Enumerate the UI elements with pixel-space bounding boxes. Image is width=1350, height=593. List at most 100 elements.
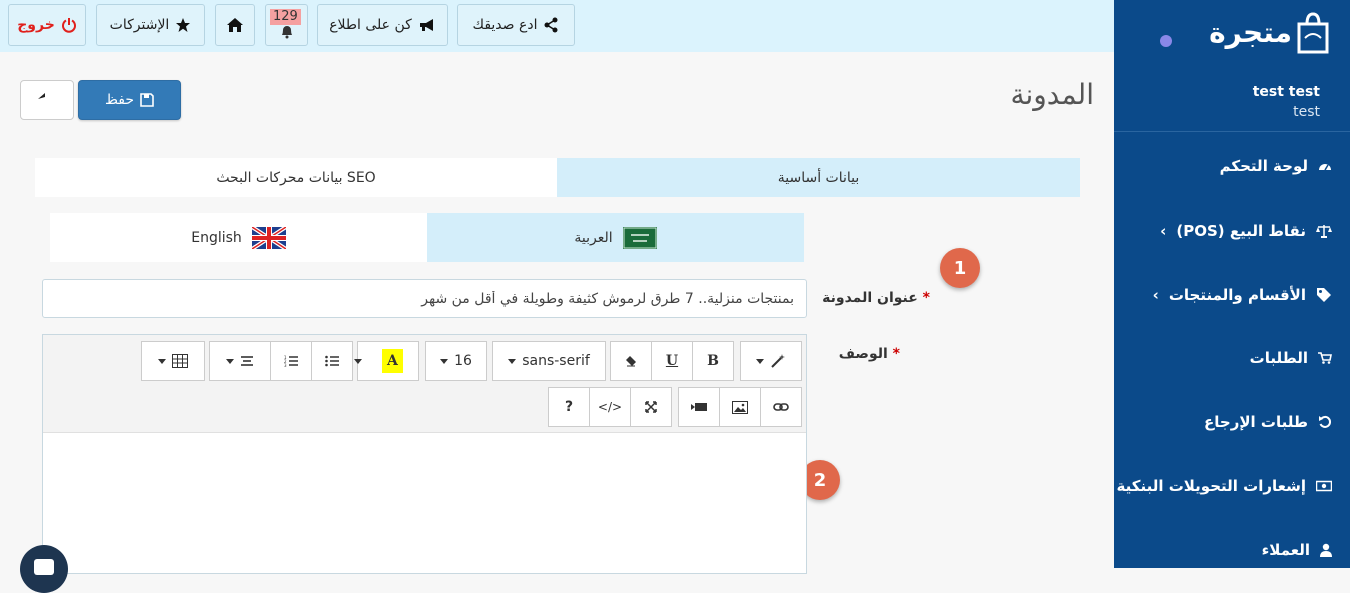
dashboard-icon [1319,164,1331,171]
shopping-bag-icon [1297,12,1329,54]
bold-button[interactable]: B [692,341,734,381]
caret-down-icon [508,358,517,364]
highlight-color-icon: A [382,349,403,373]
page-title: المدونة [1010,78,1094,111]
home-button[interactable] [215,4,255,46]
tab-seo[interactable]: بيانات محركات البحث SEO [35,158,557,197]
style-dropdown-button[interactable] [740,341,802,381]
saudi-flag-icon [622,226,657,249]
sidebar-item-label: لوحة التحكم [1219,157,1308,175]
user-icon [1320,543,1332,557]
uk-flag-icon [251,226,286,249]
bold-icon: B [707,353,719,369]
caret-down-icon [440,358,449,364]
chat-widget-button[interactable] [20,545,68,593]
top-bar: خروج الإشتركات 129 كن على اطلاع ادع صديق… [0,0,1114,52]
font-family-dropdown[interactable]: sans-serif [492,341,606,381]
insert-image-button[interactable] [719,387,761,427]
undo-icon [1319,415,1332,428]
subscriptions-button[interactable]: الإشتركات [96,4,205,46]
sidebar-item-categories-products[interactable]: ‹ الأقسام والمنتجات [1114,275,1350,315]
language-tabs: English العربية [50,213,804,262]
back-button[interactable] [20,80,74,120]
invite-friend-label: ادع صديقك [472,17,538,33]
sidebar-item-label: العملاء [1261,541,1310,559]
magic-wand-icon [771,354,785,368]
money-icon [1316,480,1332,492]
form-tabs: بيانات محركات البحث SEO بيانات أساسية [35,158,1080,197]
code-view-button[interactable]: </> [589,387,631,427]
invite-friend-button[interactable]: ادع صديقك [457,4,575,46]
sidebar-item-label: إشعارات التحويلات البنكية [1116,477,1306,495]
caret-down-icon [354,358,362,364]
tab-english[interactable]: English [50,213,427,262]
sidebar-item-customers[interactable]: العملاء [1114,530,1350,570]
tab-arabic[interactable]: العربية [427,213,804,262]
sidebar-item-label: نقاط البيع (POS) [1176,222,1306,240]
blog-title-input[interactable] [42,279,807,318]
unordered-list-button[interactable] [311,341,353,381]
save-button[interactable]: حفظ [78,80,181,120]
title-field-label: * عنوان المدونة [822,290,930,306]
unordered-list-icon [325,355,339,367]
font-family-value: sans-serif [522,353,590,369]
notifications-button[interactable]: 129 [265,4,308,46]
cart-icon [1318,352,1332,364]
font-size-dropdown[interactable]: 16 [425,341,487,381]
home-icon [227,18,243,32]
description-field-label: * الوصف [839,346,900,362]
fullscreen-button[interactable] [630,387,672,427]
share-icon [544,17,558,33]
reply-arrow-icon [38,93,45,99]
sidebar-item-label: الأقسام والمنتجات [1168,286,1306,304]
ordered-list-button[interactable]: 123 [270,341,312,381]
floppy-disk-icon [140,93,154,107]
table-icon [172,354,188,368]
user-subtitle: test [1293,104,1320,120]
align-dropdown-button[interactable] [209,341,271,381]
rich-text-editor: 123 A 16 sans-serif U B ? </> [42,334,807,574]
help-icon: ? [564,399,574,415]
brand-logo-text: متجرة [1209,16,1292,49]
user-name: test test [1252,84,1320,100]
caret-down-icon [226,358,234,364]
sidebar-item-returns[interactable]: طلبات الإرجاع [1114,402,1350,442]
eraser-icon [626,356,636,367]
sidebar-item-orders[interactable]: الطلبات [1114,338,1350,378]
insert-link-button[interactable] [760,387,802,427]
title-field-label-text: عنوان المدونة [822,290,918,306]
bell-icon [281,26,292,39]
code-icon: </> [597,400,623,414]
ordered-list-icon: 123 [284,355,298,367]
underline-icon: U [665,353,679,369]
save-label: حفظ [104,92,135,108]
clear-format-button[interactable] [610,341,652,381]
image-icon [732,400,748,414]
caret-down-icon [756,358,764,364]
tab-english-label: English [191,229,242,246]
editor-content-area[interactable] [43,433,806,573]
expand-icon [645,401,657,413]
align-center-icon [241,356,253,366]
help-button[interactable]: ? [548,387,590,427]
logout-button[interactable]: خروج [8,4,86,46]
required-asterisk: * [892,346,900,362]
tab-basic-data[interactable]: بيانات أساسية [557,158,1080,197]
sidebar-item-dashboard[interactable]: لوحة التحكم [1114,146,1350,186]
video-icon [691,403,707,411]
required-asterisk: * [922,290,930,306]
table-dropdown-button[interactable] [141,341,205,381]
stay-informed-label: كن على اطلاع [329,17,412,33]
sidebar-item-bank-transfers[interactable]: إشعارات التحويلات البنكية [1114,466,1350,506]
sidebar-item-pos[interactable]: ‹ نقاط البيع (POS) [1114,211,1350,251]
tab-arabic-label: العربية [574,229,613,246]
underline-button[interactable]: U [651,341,693,381]
subscriptions-label: الإشتركات [109,17,170,33]
color-dropdown-button[interactable]: A [354,341,419,381]
insert-video-button[interactable] [678,387,720,427]
editor-toolbar: 123 A 16 sans-serif U B ? </> [43,335,806,433]
stay-informed-button[interactable]: كن على اطلاع [317,4,448,46]
link-icon [773,403,789,411]
svg-text:3: 3 [284,363,287,367]
caret-down-icon [158,358,166,364]
